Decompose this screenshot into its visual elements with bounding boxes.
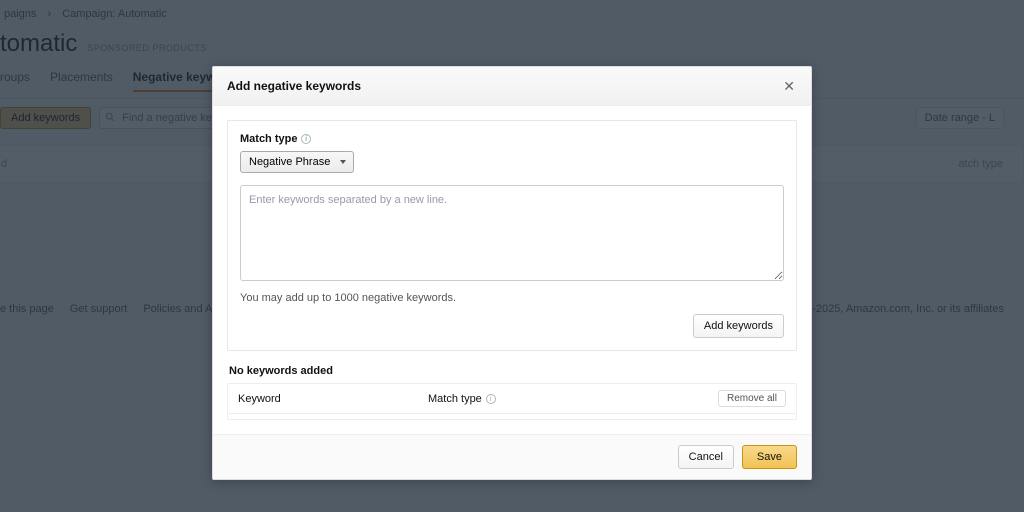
- cancel-button[interactable]: Cancel: [678, 445, 734, 469]
- keywords-table-header: Keyword Match type Remove all: [227, 383, 797, 414]
- no-keywords-heading: No keywords added: [229, 365, 797, 377]
- modal-title: Add negative keywords: [227, 79, 361, 93]
- match-type-label: Match type: [240, 133, 297, 145]
- col-keyword: Keyword: [238, 393, 428, 405]
- info-icon[interactable]: [486, 394, 496, 404]
- add-keywords-button[interactable]: Add keywords: [693, 314, 784, 338]
- keyword-input-card: Match type Negative Phrase You may add u…: [227, 120, 797, 351]
- keywords-textarea[interactable]: [240, 185, 784, 281]
- info-icon[interactable]: [301, 134, 311, 144]
- keyword-limit-hint: You may add up to 1000 negative keywords…: [240, 292, 784, 304]
- modal-overlay[interactable]: Add negative keywords ✕ Match type Negat…: [0, 0, 1024, 512]
- close-icon[interactable]: ✕: [781, 77, 797, 95]
- match-type-select[interactable]: Negative Phrase: [240, 151, 354, 173]
- add-negative-keywords-modal: Add negative keywords ✕ Match type Negat…: [212, 66, 812, 480]
- remove-all-button[interactable]: Remove all: [718, 390, 786, 407]
- keywords-table-body: [227, 414, 797, 420]
- save-button[interactable]: Save: [742, 445, 797, 469]
- match-type-select-wrap[interactable]: Negative Phrase: [240, 151, 354, 173]
- col-match-type: Match type: [428, 393, 718, 405]
